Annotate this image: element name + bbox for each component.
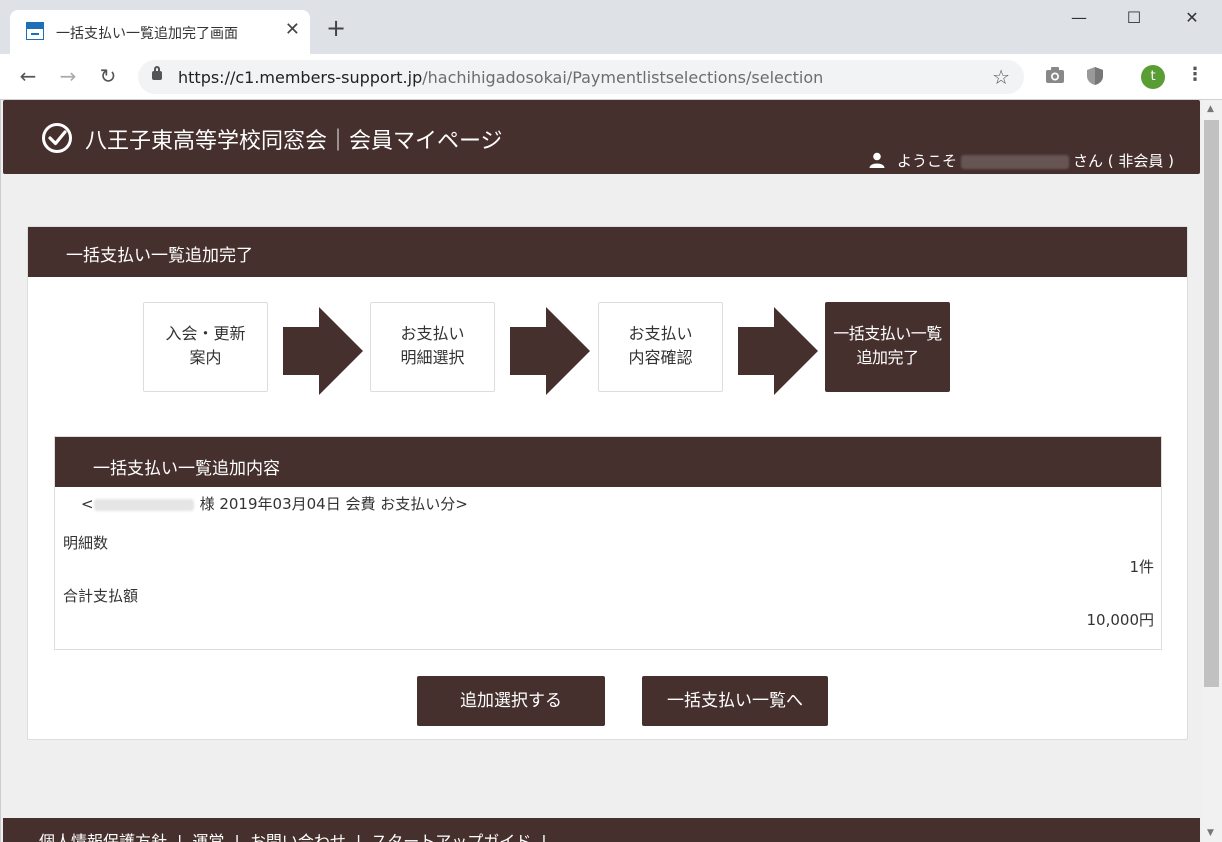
url-text[interactable]: https://c1.members-support.jp/hachihigad… (178, 68, 823, 87)
payment-subtitle: < 様 2019年03月04日 会費 お支払い分> (81, 493, 468, 514)
browser-tab[interactable]: 一括支払い一覧追加完了画面 ✕ (10, 10, 310, 54)
profile-avatar[interactable]: t (1141, 65, 1165, 89)
url-path: /hachihigadosokai/Paymentlistselections/… (422, 68, 824, 87)
footer-link-startup-guide[interactable]: スタートアップガイド (371, 832, 531, 842)
completion-card: 一括支払い一覧追加完了 入会・更新 案内 お支払い 明細選択 お支払い 内容確認… (27, 226, 1188, 740)
step-content-confirm: お支払い 内容確認 (598, 302, 723, 392)
step-line2: 明細選択 (400, 348, 465, 367)
step-line1: お支払い (628, 324, 693, 343)
star-icon[interactable]: ☆ (992, 65, 1010, 89)
url-host: https://c1.members-support.jp (178, 68, 423, 87)
browser-toolbar: ← → ↻ https://c1.members-support.jp/hach… (0, 54, 1222, 100)
step-list-added-active: 一括支払い一覧 追加完了 (825, 302, 950, 392)
step-line2: 内容確認 (628, 348, 693, 367)
menu-icon[interactable]: ⋮ (1186, 64, 1204, 85)
welcome-text: ようこそ さん ( 非会員 ) (897, 150, 1174, 171)
forward-icon[interactable]: → (56, 64, 80, 88)
add-selection-button[interactable]: 追加選択する (417, 676, 605, 726)
bulk-payment-list-button[interactable]: 一括支払い一覧へ (642, 676, 828, 726)
reload-icon[interactable]: ↻ (96, 64, 120, 88)
card-title: 一括支払い一覧追加完了 (28, 227, 1187, 277)
shield-icon[interactable] (1086, 66, 1104, 91)
maximize-button[interactable]: ☐ (1119, 8, 1149, 32)
panel-title: 一括支払い一覧追加内容 (55, 437, 1161, 487)
footer-link-privacy[interactable]: 個人情報保護方針 (39, 832, 167, 842)
step-detail-selection: お支払い 明細選択 (370, 302, 495, 392)
footer-separator: | (541, 832, 547, 842)
step-arrow-icon (283, 307, 363, 395)
step-arrow-icon (738, 307, 818, 395)
total-value: 10,000円 (1086, 611, 1155, 629)
tab-title: 一括支払い一覧追加完了画面 (56, 26, 238, 42)
step-membership-guide: 入会・更新 案内 (143, 302, 268, 392)
footer-separator: | (355, 832, 362, 842)
footer-separator: | (177, 832, 183, 842)
favicon-icon (26, 22, 44, 40)
blurred-member-name (93, 498, 194, 511)
check-circle-icon (42, 123, 72, 153)
browser-titlebar: 一括支払い一覧追加完了画面 ✕ + — ☐ ✕ (0, 0, 1222, 54)
minimize-button[interactable]: — (1064, 8, 1094, 32)
address-bar[interactable]: https://c1.members-support.jp/hachihigad… (138, 60, 1024, 94)
scroll-thumb[interactable] (1204, 120, 1219, 687)
total-label: 合計支払額 (63, 587, 139, 605)
camera-icon[interactable] (1045, 66, 1065, 89)
page-viewport: 八王子東高等学校同窓会｜会員マイページ ようこそ さん ( 非会員 ) 一括支払い… (0, 100, 1202, 842)
lock-icon (152, 66, 162, 80)
step-line2: 案内 (189, 348, 222, 367)
footer-link-contact[interactable]: お問い合わせ (250, 832, 346, 842)
tab-close-icon[interactable]: ✕ (285, 19, 300, 40)
subtitle-text: 様 2019年03月04日 会費 お支払い分> (199, 495, 468, 513)
site-title: 八王子東高等学校同窓会｜会員マイページ (85, 129, 503, 154)
step-line1: 一括支払い一覧 (833, 324, 942, 343)
details-panel: 一括支払い一覧追加内容 < 様 2019年03月04日 会費 お支払い分> 明細数… (54, 436, 1162, 650)
step-line2: 追加完了 (856, 348, 919, 367)
subtitle-bracket: < (81, 495, 94, 513)
site-header: 八王子東高等学校同窓会｜会員マイページ ようこそ さん ( 非会員 ) (3, 100, 1200, 174)
count-value: 1件 (1129, 558, 1154, 576)
back-icon[interactable]: ← (16, 64, 40, 88)
step-arrow-icon (510, 307, 590, 395)
count-label: 明細数 (63, 534, 109, 552)
step-line1: お支払い (400, 324, 465, 343)
scroll-up-icon[interactable]: ▲ (1207, 104, 1214, 114)
welcome-prefix: ようこそ (897, 152, 958, 170)
step-line1: 入会・更新 (165, 324, 246, 343)
window-close-button[interactable]: ✕ (1177, 8, 1207, 32)
footer-link-operator[interactable]: 運営 (192, 832, 224, 842)
site-footer: 個人情報保護方針 | 運営 | お問い合わせ | スタートアップガイド | (3, 818, 1200, 842)
user-icon (869, 152, 885, 168)
footer-separator: | (234, 832, 240, 842)
page-scrollbar[interactable]: ▲ ▼ (1202, 100, 1222, 842)
new-tab-button[interactable]: + (326, 16, 346, 40)
blurred-user-name (961, 154, 1070, 169)
scroll-down-icon[interactable]: ▼ (1207, 828, 1214, 838)
welcome-suffix: さん ( 非会員 ) (1073, 152, 1175, 170)
